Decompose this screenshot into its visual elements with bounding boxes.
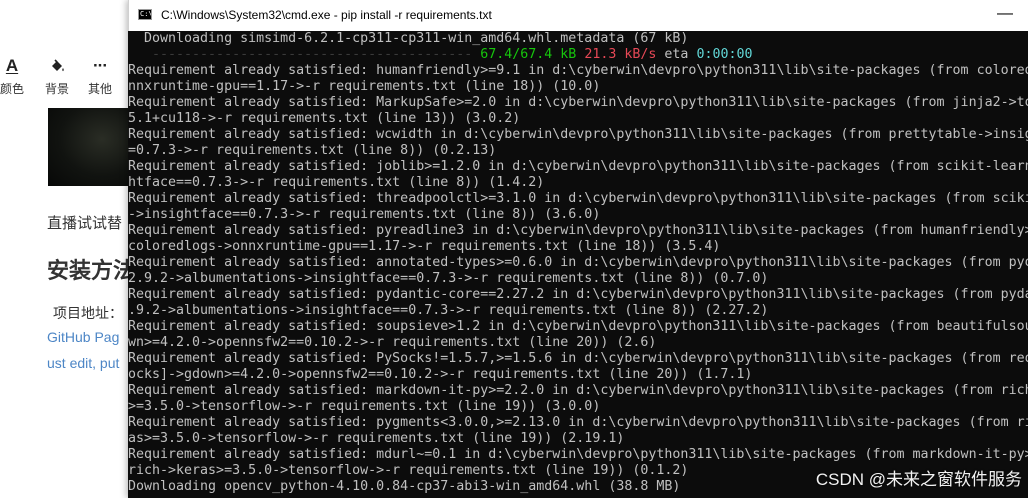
console-line: Requirement already satisfied: soupsieve… [128, 319, 1028, 334]
github-link[interactable]: GitHub Pag [47, 329, 119, 345]
console-line: Requirement already satisfied: pyreadlin… [128, 223, 1028, 238]
progress-speed: 21.3 kB/s [584, 47, 657, 62]
background-tool[interactable]: 背景 [39, 56, 75, 97]
console-line: ocks]->gdown>=4.2.0->opennsfw2==0.10.2->… [128, 367, 753, 382]
console-line: wn>=4.2.0->opennsfw2==0.10.2->-r require… [128, 335, 657, 350]
cmd-window[interactable]: C:\ C:\Windows\System32\cmd.exe - pip in… [128, 0, 1028, 498]
project-address-label: 项目地址： [53, 305, 123, 321]
console-line: Requirement already satisfied: mdurl~=0.… [128, 447, 1028, 462]
console-line: Requirement already satisfied: annotated… [128, 255, 1028, 270]
console-line: Requirement already satisfied: wcwidth i… [128, 127, 1028, 142]
console-line: Requirement already satisfied: humanfrie… [128, 63, 1028, 78]
console-line: Requirement already satisfied: markdown-… [128, 383, 1028, 398]
editor-background: A 颜色 背景 ··· 其他 直播试试替 安装方法 项目地址： GitHub P… [0, 0, 128, 498]
console-line: .9.2->albumentations->insightface==0.7.3… [128, 303, 769, 318]
console-line: Requirement already satisfied: pygments<… [128, 415, 1028, 430]
progress-bar: ---------------------------------------- [128, 47, 481, 62]
progress-downloaded: 67.4/67.4 kB [480, 47, 577, 62]
more-label: 其他 [87, 82, 112, 96]
console-line: 5.1+cu118->-r requirements.txt (line 13)… [128, 111, 521, 126]
paint-bucket-icon [39, 56, 75, 76]
edit-link[interactable]: ust edit, put [47, 355, 119, 371]
console-line: 2.9.2->albumentations->insightface==0.7.… [128, 271, 769, 286]
console-line: Downloading simsimd-6.2.1-cp311-cp311-wi… [128, 31, 689, 46]
body-text: 直播试试替 [47, 215, 123, 232]
console-line: as>=3.5.0->tensorflow->-r requirements.t… [128, 431, 625, 446]
video-thumbnail[interactable] [48, 108, 128, 186]
console-line: ->insightface==0.7.3->-r requirements.tx… [128, 207, 601, 222]
cmd-app-icon: C:\ [138, 9, 152, 20]
console-line: nnxruntime-gpu==1.17->-r requirements.tx… [128, 79, 601, 94]
minimize-icon: — [997, 5, 1013, 22]
csdn-watermark: CSDN @未来之窗软件服务 [815, 470, 1022, 489]
font-color-tool[interactable]: A 颜色 [0, 56, 30, 97]
console-line: coloredlogs->onnxruntime-gpu==1.17->-r r… [128, 239, 721, 254]
minimize-button[interactable]: — [982, 0, 1028, 31]
console-line: =0.7.3->-r requirements.txt (line 8)) (0… [128, 143, 497, 158]
font-color-icon: A [5, 56, 19, 75]
console-output[interactable]: Downloading simsimd-6.2.1-cp311-cp311-wi… [128, 31, 1028, 498]
console-line: >=3.5.0->tensorflow->-r requirements.txt… [128, 399, 601, 414]
console-line: Requirement already satisfied: MarkupSaf… [128, 95, 1028, 110]
window-title: C:\Windows\System32\cmd.exe - pip instal… [161, 8, 492, 22]
progress-eta-label: eta [664, 47, 689, 62]
more-icon: ··· [93, 56, 108, 75]
section-heading: 安装方法 [47, 258, 128, 283]
console-line: Requirement already satisfied: pydantic-… [128, 287, 1028, 302]
background-label: 背景 [44, 82, 69, 96]
console-line: Requirement already satisfied: joblib>=1… [128, 159, 1028, 174]
more-tool[interactable]: ··· 其他 [82, 56, 118, 97]
console-line: Requirement already satisfied: PySocks!=… [128, 351, 1028, 366]
console-line: Requirement already satisfied: threadpoo… [128, 191, 1028, 206]
progress-eta: 0:00:00 [696, 47, 753, 62]
font-color-label: 颜色 [0, 82, 24, 96]
window-titlebar[interactable]: C:\ C:\Windows\System32\cmd.exe - pip in… [128, 0, 1028, 31]
console-line: htface==0.7.3->-r requirements.txt (line… [128, 175, 545, 190]
download-progress-line: ----------------------------------------… [128, 47, 1028, 63]
